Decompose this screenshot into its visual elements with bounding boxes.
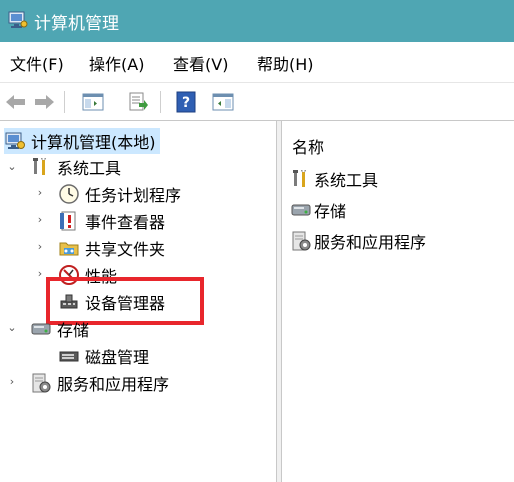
menu-action[interactable]: 操作(A) xyxy=(89,51,144,75)
tree-node-system-tools[interactable]: 系统工具 xyxy=(30,154,121,180)
tree-node-label: 事件查看器 xyxy=(85,213,166,232)
tools-icon xyxy=(33,158,46,175)
list-item-services-apps[interactable]: 服务和应用程序 xyxy=(290,228,426,254)
help-icon[interactable]: ? xyxy=(174,90,198,114)
chevron-down-icon[interactable]: ⌄ xyxy=(6,160,18,173)
menu-view[interactable]: 查看(V) xyxy=(173,51,228,75)
tree-node-label: 任务计划程序 xyxy=(85,186,182,205)
toolbar-separator xyxy=(64,91,65,113)
list-item-label: 存储 xyxy=(314,202,347,221)
chevron-right-icon[interactable]: › xyxy=(34,186,46,199)
export-list-icon[interactable] xyxy=(126,90,150,114)
back-arrow-icon[interactable] xyxy=(4,90,28,114)
computer-management-icon xyxy=(5,132,25,149)
tree-node-label: 系统工具 xyxy=(57,159,122,178)
tree-node-event-viewer[interactable]: 事件查看器 xyxy=(58,208,165,234)
shared-folder-icon xyxy=(59,242,79,256)
tree-node-label: 共享文件夹 xyxy=(85,240,166,259)
chevron-down-icon[interactable]: ⌄ xyxy=(6,321,18,334)
tree-node-root[interactable]: 计算机管理(本地) xyxy=(4,128,160,154)
tree-node-label: 磁盘管理 xyxy=(85,348,150,367)
chevron-right-icon[interactable]: › xyxy=(34,240,46,253)
computer-management-icon xyxy=(8,11,28,28)
tree-node-label: 服务和应用程序 xyxy=(57,375,170,394)
tree-node-task-scheduler[interactable]: 任务计划程序 xyxy=(58,181,181,207)
menu-help[interactable]: 帮助(H) xyxy=(257,51,314,75)
action-pane-icon[interactable] xyxy=(211,90,235,114)
forward-arrow-icon[interactable] xyxy=(32,90,56,114)
disk-management-icon xyxy=(59,351,79,362)
toolbar-separator xyxy=(160,91,161,113)
column-header-name[interactable]: 名称 xyxy=(292,134,324,158)
tree-node-label: 计算机管理(本地) xyxy=(31,133,156,152)
services-icon xyxy=(292,231,311,251)
tree-node-label: 存储 xyxy=(57,321,90,340)
storage-icon xyxy=(291,204,311,216)
event-viewer-icon xyxy=(60,211,76,231)
title-bar: 计算机管理 xyxy=(0,0,514,42)
tree-node-storage[interactable]: 存储 xyxy=(30,316,89,342)
menu-bar: 文件(F) 操作(A) 查看(V) 帮助(H) xyxy=(0,42,514,82)
toolbar: ? xyxy=(0,82,514,120)
storage-icon xyxy=(31,323,51,335)
svg-text:?: ? xyxy=(182,95,190,111)
tree-node-services-apps[interactable]: 服务和应用程序 xyxy=(30,370,169,396)
console-tree-icon[interactable] xyxy=(81,90,105,114)
tools-icon xyxy=(293,170,306,187)
chevron-right-icon[interactable]: › xyxy=(34,213,46,226)
clock-icon xyxy=(59,184,79,204)
menu-file[interactable]: 文件(F) xyxy=(10,51,64,75)
list-item-label: 系统工具 xyxy=(314,171,379,190)
list-item-label: 服务和应用程序 xyxy=(314,233,427,252)
list-item-storage[interactable]: 存储 xyxy=(290,197,346,223)
list-item-system-tools[interactable]: 系统工具 xyxy=(290,166,378,192)
chevron-right-icon[interactable]: › xyxy=(6,375,18,388)
chevron-right-icon[interactable]: › xyxy=(34,267,46,280)
tree-node-shared-folders[interactable]: 共享文件夹 xyxy=(58,235,165,261)
services-icon xyxy=(32,373,51,393)
tree-node-disk-management[interactable]: 磁盘管理 xyxy=(58,343,149,369)
window-title: 计算机管理 xyxy=(34,14,119,34)
